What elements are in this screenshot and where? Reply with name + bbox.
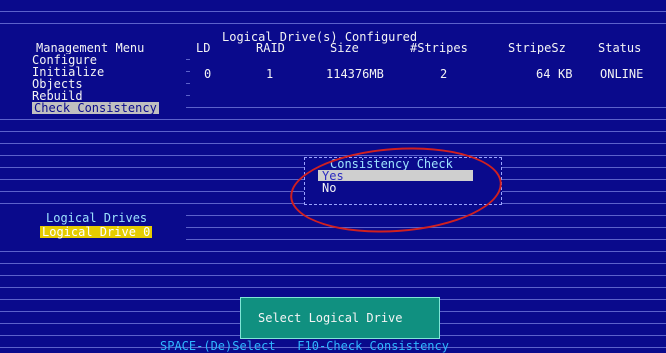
cell-ld: 0	[204, 67, 212, 81]
col-ld: LD	[196, 41, 211, 55]
col-size: Size	[330, 41, 359, 55]
drives-label: Logical Drives	[46, 211, 148, 225]
col-stripes: #Stripes	[410, 41, 468, 55]
cell-stripes: 2	[440, 67, 448, 81]
cell-stripesz-unit: KB	[558, 67, 573, 81]
cell-raid: 1	[266, 67, 274, 81]
col-stripesz: StripeSz	[508, 41, 566, 55]
select-box-label: Select Logical Drive	[258, 311, 403, 325]
table-panel	[190, 54, 666, 98]
col-raid: RAID	[256, 41, 285, 55]
drive-item-0[interactable]: Logical Drive 0	[40, 226, 153, 238]
col-status: Status	[598, 41, 642, 55]
status-bar: SPACE-(De)Select F10-Check Consistency	[160, 339, 449, 353]
cell-stripesz: 64	[536, 67, 551, 81]
cell-status: ONLINE	[600, 67, 644, 81]
header-title: Logical Drive(s) Configured	[222, 30, 418, 44]
cell-size: 114376MB	[326, 67, 384, 81]
menu-item-check-consistency[interactable]: Check Consistency	[32, 102, 159, 114]
